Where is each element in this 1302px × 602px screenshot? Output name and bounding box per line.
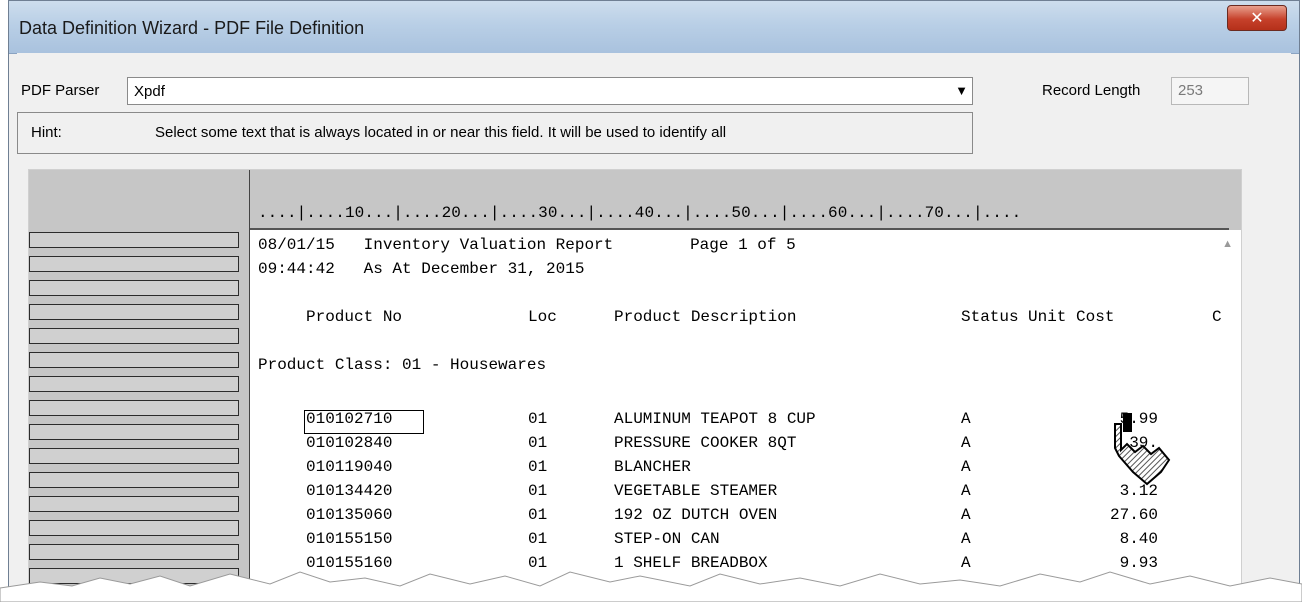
- scroll-up-icon[interactable]: ▲: [1222, 238, 1233, 250]
- pdf-parser-value: Xpdf: [134, 83, 165, 100]
- row-cell-status: A: [961, 530, 971, 548]
- row-header-cell[interactable]: [29, 448, 239, 464]
- column-header: Loc: [528, 308, 557, 326]
- row-cell-loc: 01: [528, 410, 548, 428]
- row-cell-loc: 01: [528, 482, 548, 500]
- row-cell-status: A: [961, 506, 971, 524]
- row-header-cell[interactable]: [29, 352, 239, 368]
- table-row: 010134420 01 VEGETABLE STEAMER A 3.12: [258, 482, 1158, 506]
- dialog-body: PDF Parser Xpdf ▼ Record Length 253 Hint…: [17, 53, 1291, 601]
- table-row: 010155150 01 STEP-ON CAN A 8.40: [258, 530, 1158, 554]
- row-header-cell[interactable]: [29, 400, 239, 416]
- title-bar[interactable]: Data Definition Wizard - PDF File Defini…: [9, 1, 1299, 54]
- row-header-cell[interactable]: [29, 424, 239, 440]
- row-cell-status: A: [961, 482, 971, 500]
- row-header-cell[interactable]: [29, 544, 239, 560]
- row-cell-status: A: [961, 410, 971, 428]
- window-title: Data Definition Wizard - PDF File Defini…: [19, 18, 365, 38]
- hint-text: Select some text that is always located …: [155, 124, 727, 141]
- row-header-cell[interactable]: [29, 472, 239, 488]
- table-row: 010135060 01 192 OZ DUTCH OVEN A 27.60: [258, 506, 1158, 530]
- close-icon: ✕: [1250, 8, 1264, 27]
- row-cell-product-no: 010119040: [306, 458, 393, 476]
- selected-text-box[interactable]: [304, 410, 424, 434]
- row-cell-loc: 01: [528, 434, 548, 452]
- row-header-cell[interactable]: [29, 496, 239, 512]
- column-header: Product Description: [614, 308, 797, 326]
- pdf-parser-label: PDF Parser: [21, 82, 100, 99]
- row-header-cell[interactable]: [29, 328, 239, 344]
- row-cell-product-no: 010155150: [306, 530, 393, 548]
- row-cell-unit-cost: 8.40: [1119, 530, 1158, 548]
- column-header: C: [1212, 308, 1222, 326]
- row-header-cell[interactable]: [29, 304, 239, 320]
- pdf-text-viewer[interactable]: ....|....10...|....20...|....30...|....4…: [28, 169, 1242, 601]
- row-cell-description: VEGETABLE STEAMER: [614, 482, 778, 500]
- product-class-line: Product Class: 01 - Housewares: [258, 356, 547, 374]
- row-cell-product-no: 010102840: [306, 434, 393, 452]
- column-separator: [249, 170, 250, 601]
- row-cell-description: PRESSURE COOKER 8QT: [614, 434, 797, 452]
- row-header-column: [29, 170, 249, 601]
- record-length-label: Record Length: [1042, 82, 1141, 99]
- record-length-field: 253: [1171, 77, 1249, 105]
- ruler-divider: [249, 228, 1229, 230]
- dropdown-arrow-icon[interactable]: ▼: [955, 83, 968, 98]
- row-cell-product-no: 010135060: [306, 506, 393, 524]
- pdf-parser-dropdown[interactable]: Xpdf ▼: [127, 77, 973, 105]
- row-cell-description: 192 OZ DUTCH OVEN: [614, 506, 778, 524]
- row-cell-loc: 01: [528, 530, 548, 548]
- row-cell-description: BLANCHER: [614, 458, 691, 476]
- row-cell-status: A: [961, 458, 971, 476]
- hint-label: Hint:: [31, 124, 62, 141]
- row-header-cell[interactable]: [29, 520, 239, 536]
- row-header-cell[interactable]: [29, 280, 239, 296]
- report-header-line: 09:44:42 As At December 31, 2015: [258, 260, 585, 278]
- row-cell-loc: 01: [528, 458, 548, 476]
- column-header: Unit Cost: [1028, 308, 1115, 326]
- row-header-cell[interactable]: [29, 376, 239, 392]
- column-header: Product No: [306, 308, 403, 326]
- row-cell-description: ALUMINUM TEAPOT 8 CUP: [614, 410, 816, 428]
- row-cell-loc: 01: [528, 506, 548, 524]
- table-row: 010102840 01 PRESSURE COOKER 8QT A 39.: [258, 434, 1158, 458]
- row-cell-product-no: 010134420: [306, 482, 393, 500]
- report-header-line: 08/01/15 Inventory Valuation Report Page…: [258, 236, 796, 254]
- torn-edge: [0, 571, 1302, 602]
- row-cell-status: A: [961, 434, 971, 452]
- row-cell-description: STEP-ON CAN: [614, 530, 720, 548]
- column-header-row: Product No Loc Product Description Statu…: [258, 308, 1222, 332]
- column-ruler-text: ....|....10...|....20...|....30...|....4…: [258, 204, 1022, 222]
- row-header-cell[interactable]: [29, 256, 239, 272]
- table-row: 01011904001BLANCHERA8.0: [258, 458, 1158, 482]
- hand-pointer-icon: [1114, 423, 1171, 486]
- row-header-cell[interactable]: [29, 232, 239, 248]
- column-header: Status: [961, 308, 1019, 326]
- dialog-window: Data Definition Wizard - PDF File Defini…: [8, 0, 1300, 602]
- hint-panel: Hint: Select some text that is always lo…: [17, 112, 973, 154]
- close-button[interactable]: ✕: [1227, 5, 1287, 31]
